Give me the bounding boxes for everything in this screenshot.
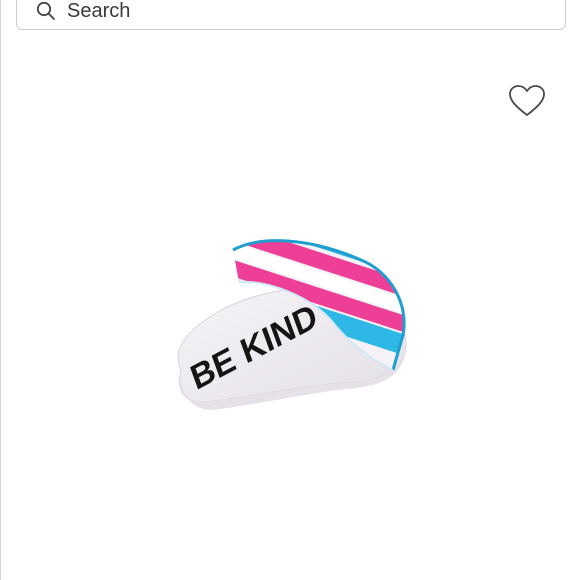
search-bar[interactable]	[16, 0, 566, 30]
slide-sandal-illustration: BE KIND	[177, 239, 407, 410]
search-icon	[35, 0, 57, 22]
like-button[interactable]	[508, 84, 546, 118]
product-page: BE KIND	[0, 0, 580, 580]
heart-outline-icon	[508, 85, 546, 122]
product-image: BE KIND	[161, 220, 431, 420]
search-input[interactable]	[65, 0, 539, 24]
